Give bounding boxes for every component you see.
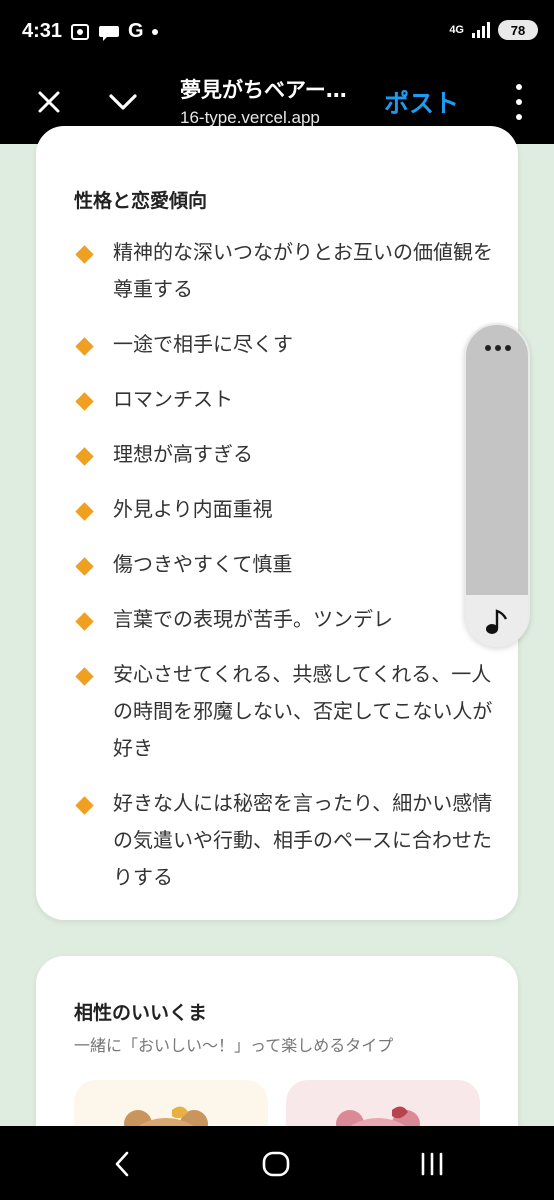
menu-dot-icon <box>495 345 501 351</box>
trait-text: 一途で相手に尽くす <box>113 332 293 356</box>
home-button[interactable] <box>254 1144 298 1184</box>
trait-text: 安心させてくれる、共感してくれる、一人の時間を邪魔しない、否定してこない人が好き <box>113 662 493 760</box>
system-nav-bar <box>0 1126 554 1200</box>
trait-text: 理想が高すぎる <box>113 442 253 466</box>
status-bar: 4:31 G 4G 78 <box>0 0 554 62</box>
list-item: 言葉での表現が苦手。ツンデレ <box>74 601 494 638</box>
more-options-button[interactable] <box>512 84 526 120</box>
diamond-bullet-icon <box>75 392 94 411</box>
trait-text: 外見より内面重視 <box>113 497 273 521</box>
page-title: 夢見がちベアー… <box>180 78 347 102</box>
list-item: 安心させてくれる、共感してくれる、一人の時間を邪魔しない、否定してこない人が好き <box>74 656 494 767</box>
list-item: 一途で相手に尽くす <box>74 326 494 363</box>
list-item: 傷つきやすくて慎重 <box>74 546 494 583</box>
post-button[interactable]: ポスト <box>384 84 459 120</box>
signal-icon <box>472 22 490 38</box>
battery-icon: 78 <box>498 20 538 40</box>
trait-text: 精神的な深いつながりとお互いの価値観を尊重する <box>113 240 493 301</box>
battery-level: 78 <box>510 22 526 38</box>
close-icon <box>38 91 60 113</box>
diamond-bullet-icon <box>75 667 94 686</box>
diamond-bullet-icon <box>75 502 94 521</box>
compatible-subtitle: 一緒に「おいしい〜！」って楽しめるタイプ <box>74 1036 394 1055</box>
screenshot-icon <box>71 23 89 40</box>
close-button[interactable] <box>27 80 71 124</box>
more-dot-icon <box>516 99 522 105</box>
diamond-bullet-icon <box>75 245 94 264</box>
network-type: 4G <box>449 24 464 36</box>
recents-icon <box>421 1152 443 1176</box>
menu-dot-icon <box>485 345 491 351</box>
diamond-bullet-icon <box>75 337 94 356</box>
personality-card: 性格と恋愛傾向 精神的な深いつながりとお互いの価値観を尊重する 一途で相手に尽く… <box>36 126 518 920</box>
diamond-bullet-icon <box>75 612 94 631</box>
chevron-down-icon <box>109 94 137 110</box>
trait-text: 言葉での表現が苦手。ツンデレ <box>113 607 393 631</box>
recents-button[interactable] <box>410 1144 454 1184</box>
status-time: 4:31 <box>22 20 63 42</box>
compatible-title: 相性のいいくま <box>74 1002 208 1024</box>
music-note-button[interactable] <box>466 595 528 647</box>
trait-list: 精神的な深いつながりとお互いの価値観を尊重する 一途で相手に尽くす ロマンチスト… <box>74 234 494 914</box>
home-icon <box>262 1151 290 1177</box>
personality-title: 性格と恋愛傾向 <box>74 190 208 212</box>
chat-icon <box>99 25 119 41</box>
trait-text: 好きな人には秘密を言ったり、細かい感情の気遣いや行動、相手のペースに合わせたりす… <box>113 791 493 889</box>
page-url: 16-type.vercel.app <box>180 108 320 127</box>
list-item: 精神的な深いつながりとお互いの価値観を尊重する <box>74 234 494 308</box>
diamond-bullet-icon <box>75 796 94 815</box>
diamond-bullet-icon <box>75 557 94 576</box>
google-icon: G <box>128 20 144 42</box>
trait-text: ロマンチスト <box>113 387 233 411</box>
status-notification-icons: G <box>70 20 158 43</box>
more-dot-icon <box>516 84 522 90</box>
panel-menu-button[interactable] <box>485 345 511 351</box>
back-icon <box>115 1151 129 1177</box>
list-item: 理想が高すぎる <box>74 436 494 473</box>
music-note-icon <box>486 609 508 634</box>
notification-dot-icon <box>151 28 158 35</box>
list-item: 好きな人には秘密を言ったり、細かい感情の気遣いや行動、相手のペースに合わせたりす… <box>74 785 494 896</box>
more-dot-icon <box>516 114 522 120</box>
trait-text: 傷つきやすくて慎重 <box>113 552 293 576</box>
menu-dot-icon <box>505 345 511 351</box>
collapse-button[interactable] <box>101 80 145 124</box>
list-item: 外見より内面重視 <box>74 491 494 528</box>
list-item: ロマンチスト <box>74 381 494 418</box>
back-button[interactable] <box>100 1144 144 1184</box>
status-system-icons: 4G 78 <box>449 20 538 40</box>
floating-music-panel[interactable] <box>464 323 530 647</box>
diamond-bullet-icon <box>75 447 94 466</box>
